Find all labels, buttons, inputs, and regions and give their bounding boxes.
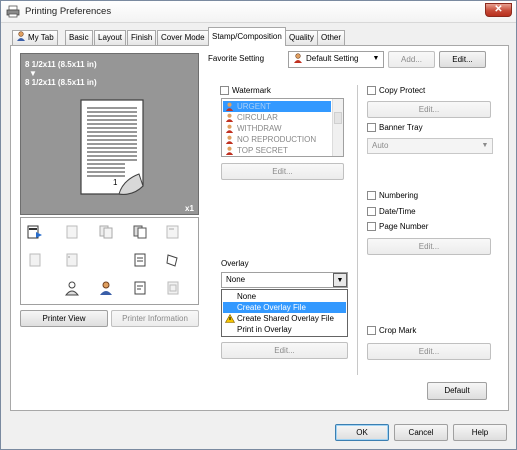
function-icons-panel bbox=[20, 217, 199, 305]
page-preview: 8 1/2x11 (8.5x11 in) ▼ 8 1/2x11 (8.5x11 … bbox=[20, 53, 199, 215]
page-number-label: Page Number bbox=[379, 222, 429, 231]
secure-print-icon bbox=[134, 281, 146, 295]
chevron-down-icon: ▼ bbox=[372, 55, 380, 62]
paper-size-output: 8 1/2x11 (8.5x11 in) bbox=[25, 78, 97, 87]
overlay-option-create-overlay-file[interactable]: Create Overlay File bbox=[223, 302, 346, 313]
chevron-down-icon[interactable]: ▼ bbox=[333, 273, 347, 287]
watermark-scrollbar[interactable] bbox=[332, 99, 343, 156]
stamp-icon bbox=[225, 146, 234, 155]
copy-protect-checkbox[interactable] bbox=[367, 86, 376, 95]
staple-icon bbox=[166, 225, 179, 239]
watermark-checkbox[interactable] bbox=[220, 86, 229, 95]
paper-icon bbox=[29, 253, 41, 267]
crop-mark-label: Crop Mark bbox=[379, 326, 417, 335]
copy-protect-edit-button[interactable]: Edit... bbox=[367, 101, 491, 118]
overlay-option-create-shared-overlay-file[interactable]: Create Shared Overlay File bbox=[223, 313, 346, 324]
stamp-composition-icon[interactable] bbox=[27, 224, 43, 240]
favorite-icon bbox=[294, 53, 302, 63]
favorite-setting-label: Favorite Setting bbox=[208, 54, 265, 63]
watermark-list[interactable]: URGENT CIRCULAR WITHDRAW NO REPRODUCTION… bbox=[221, 98, 344, 157]
list-item[interactable]: WITHDRAW bbox=[223, 123, 331, 134]
paper-size-original: 8 1/2x11 (8.5x11 in) bbox=[25, 60, 97, 69]
favorite-setting-dropdown[interactable]: Default Setting ▼ bbox=[288, 51, 384, 68]
banner-tray-label: Banner Tray bbox=[379, 123, 423, 132]
date-time-checkbox[interactable] bbox=[367, 207, 376, 216]
overlay-label: Overlay bbox=[221, 259, 249, 268]
box-save-icon bbox=[167, 281, 179, 295]
overlay-edit-button[interactable]: Edit... bbox=[221, 342, 348, 359]
numbering-label: Numbering bbox=[379, 191, 419, 200]
date-time-label: Date/Time bbox=[379, 207, 416, 216]
tray-icon bbox=[166, 254, 178, 267]
punch-icon bbox=[66, 253, 78, 267]
list-item[interactable]: NO REPRODUCTION bbox=[223, 134, 331, 145]
printer-information-button[interactable]: Printer Information bbox=[111, 310, 199, 327]
printing-preferences-window: Printing Preferences ✕ My Tab Basic Layo… bbox=[0, 0, 517, 450]
default-button[interactable]: Default bbox=[427, 382, 487, 400]
paper-arrow: ▼ bbox=[29, 69, 37, 78]
stamp-icon bbox=[225, 102, 234, 111]
overlay-dropdown[interactable]: None ▼ bbox=[221, 272, 348, 288]
copies-icon bbox=[99, 225, 113, 239]
stamp-icon bbox=[225, 135, 234, 144]
copy-protect-label: Copy Protect bbox=[379, 86, 426, 95]
overlay-option-print-in-overlay[interactable]: Print in Overlay bbox=[223, 324, 346, 335]
crop-mark-edit-button[interactable]: Edit... bbox=[367, 343, 491, 360]
overlay-option-none[interactable]: None bbox=[223, 291, 346, 302]
favorite-edit-button[interactable]: Edit... bbox=[439, 51, 486, 68]
booklet-icon bbox=[66, 225, 78, 239]
banner-tray-dropdown[interactable]: Auto ▼ bbox=[367, 138, 493, 154]
page-number-text: 1 bbox=[113, 178, 118, 187]
printer-view-button[interactable]: Printer View bbox=[20, 310, 108, 327]
scrollbar-thumb[interactable] bbox=[334, 112, 342, 124]
numbering-checkbox[interactable] bbox=[367, 191, 376, 200]
overlay-options-list[interactable]: None Create Overlay File Create Shared O… bbox=[221, 289, 348, 337]
banner-tray-checkbox[interactable] bbox=[367, 123, 376, 132]
list-item[interactable]: CIRCULAR bbox=[223, 112, 331, 123]
page-number-checkbox[interactable] bbox=[367, 222, 376, 231]
stamp-icon bbox=[225, 113, 234, 122]
stamp-icon bbox=[225, 124, 234, 133]
column-divider bbox=[357, 85, 358, 375]
numbering-edit-button[interactable]: Edit... bbox=[367, 238, 491, 255]
list-item[interactable]: TOP SECRET bbox=[223, 145, 331, 156]
favorite-add-button[interactable]: Add... bbox=[388, 51, 435, 68]
crop-mark-checkbox[interactable] bbox=[367, 326, 376, 335]
sort-icon bbox=[133, 225, 147, 239]
warning-icon bbox=[225, 314, 235, 323]
list-item[interactable]: URGENT bbox=[223, 101, 331, 112]
fold-icon bbox=[134, 253, 146, 267]
user-auth-icon bbox=[64, 281, 80, 296]
watermark-label: Watermark bbox=[232, 86, 271, 95]
copies-count: x1 bbox=[185, 204, 194, 213]
chevron-down-icon: ▼ bbox=[481, 142, 489, 149]
account-track-icon bbox=[100, 281, 112, 295]
watermark-edit-button[interactable]: Edit... bbox=[221, 163, 344, 180]
